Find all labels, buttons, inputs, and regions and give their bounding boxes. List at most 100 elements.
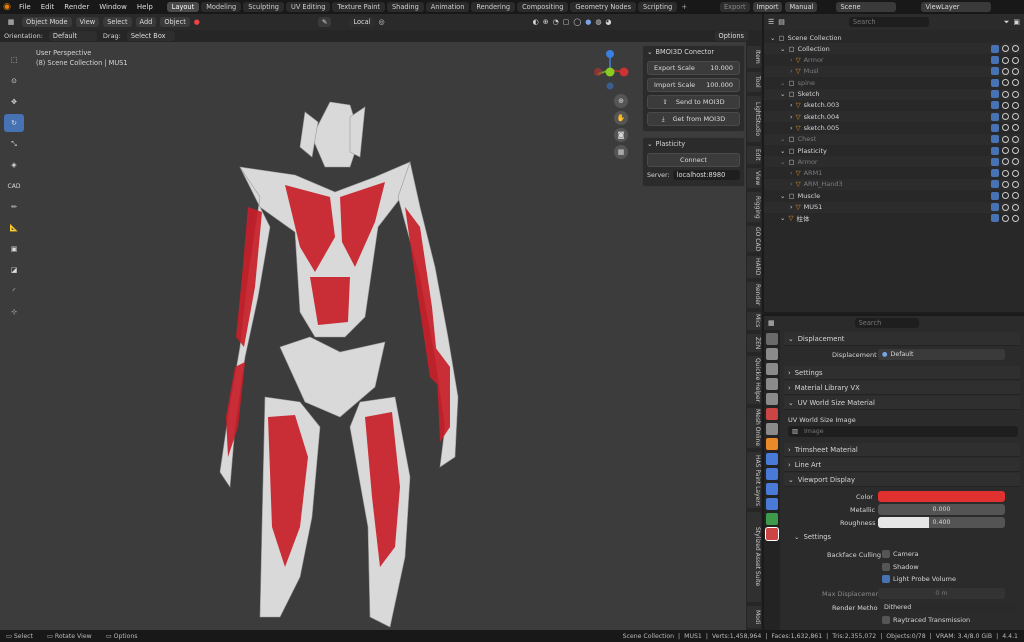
outliner-row[interactable]: ⌄ ▢ spine [764, 77, 1022, 88]
display-mode-icon[interactable]: ▤ [778, 18, 785, 26]
properties-search[interactable]: Search [854, 318, 919, 328]
tab-render[interactable]: Render [747, 282, 761, 308]
tab-zen[interactable]: ZEN [747, 334, 761, 352]
chevron-down-icon[interactable]: ⌄ [647, 140, 653, 148]
render-camera-icon[interactable] [1012, 214, 1019, 222]
move-tool-icon[interactable]: ✥ [4, 93, 24, 111]
chevron-down-icon[interactable]: ⌄ [780, 214, 785, 222]
xray-icon[interactable]: ▢ [563, 18, 570, 26]
view-layer-selector[interactable]: ViewLayer [921, 2, 992, 12]
image-field[interactable]: ▨ Image [788, 426, 1018, 437]
tab-scripting[interactable]: Scripting [638, 2, 678, 12]
chevron-down-icon[interactable]: ⌄ [647, 48, 653, 56]
shading-rendered-icon[interactable]: ◕ [605, 18, 611, 26]
cursor-tool-icon[interactable]: ⊙ [4, 72, 24, 90]
chevron-right-icon[interactable]: › [790, 180, 793, 188]
render-camera-icon[interactable] [1012, 90, 1019, 98]
tab-animation[interactable]: Animation [425, 2, 470, 12]
outliner-row[interactable]: › ▽ Armor [764, 55, 1022, 66]
mode-selector[interactable]: Object Mode [22, 17, 72, 27]
cad-tool-icon[interactable]: CAD [4, 177, 24, 195]
settings-subsection[interactable]: ⌄ Settings [794, 533, 831, 541]
include-checkbox[interactable] [991, 214, 999, 223]
tab-quickie-helper[interactable]: Quickie Helper [747, 356, 761, 404]
outliner-row[interactable]: ⌄ ▢ Scene Collection [764, 32, 1022, 43]
eye-icon[interactable] [1002, 214, 1009, 222]
axis-tool-icon[interactable]: ⊹ [4, 303, 24, 321]
render-camera-icon[interactable] [1012, 101, 1019, 109]
particles-tab-icon[interactable] [766, 468, 778, 480]
eye-icon[interactable] [1002, 101, 1009, 109]
tab-rigging[interactable]: Rigging [747, 192, 761, 222]
object-tab-icon[interactable] [766, 438, 778, 450]
add-workspace-icon[interactable]: + [681, 3, 687, 11]
bevel-tool-icon[interactable]: ◜ [4, 282, 24, 300]
eye-icon[interactable] [1002, 79, 1009, 87]
tab-has-paint-layers[interactable]: HAS Paint Layers [747, 452, 761, 508]
include-checkbox[interactable] [991, 180, 999, 189]
shading-solid-icon[interactable]: ● [585, 18, 591, 26]
chevron-down-icon[interactable]: ⌄ [780, 90, 785, 98]
light-probe-checkbox[interactable]: Light Probe Volume [882, 575, 956, 583]
material-library-section[interactable]: › Material Library VX [784, 381, 1020, 395]
physics-tab-icon[interactable] [766, 483, 778, 495]
eye-icon[interactable] [1002, 158, 1009, 166]
trimsheet-section[interactable]: › Trimsheet Material [784, 443, 1020, 457]
outliner-row[interactable]: ⌄ ▢ Collection [764, 43, 1022, 55]
view-menu[interactable]: View [75, 17, 100, 27]
tab-mesh-online[interactable]: Mesh Online [747, 408, 761, 448]
output-tab-icon[interactable] [766, 363, 778, 375]
menu-window[interactable]: Window [94, 3, 132, 11]
include-checkbox[interactable] [991, 112, 999, 121]
chevron-right-icon[interactable]: › [790, 203, 793, 211]
eye-icon[interactable] [1002, 192, 1009, 200]
tab-texture-paint[interactable]: Texture Paint [332, 2, 385, 12]
tab-go-cad[interactable]: GO CAD [747, 226, 761, 252]
outliner-row[interactable]: › ▽ ARM1 [764, 168, 1022, 179]
shadow-checkbox[interactable]: Shadow [882, 563, 919, 571]
camera-checkbox[interactable]: Camera [882, 550, 919, 558]
pan-hand-icon[interactable]: ✋ [614, 111, 628, 125]
include-checkbox[interactable] [991, 135, 999, 144]
outliner-row[interactable]: › ▽ sketch.004 [764, 111, 1022, 123]
tab-modi[interactable]: Modi [747, 606, 761, 628]
chevron-right-icon[interactable]: › [790, 169, 793, 177]
outliner-search[interactable]: Search [848, 17, 929, 27]
visibility-icon[interactable]: ◐ [533, 18, 539, 26]
render-tab-icon[interactable] [766, 348, 778, 360]
add-cube-tool-icon[interactable]: ▣ [4, 240, 24, 258]
get-from-moi3d-button[interactable]: ⤓ Get from MOI3D [647, 112, 740, 126]
chevron-right-icon[interactable]: › [790, 113, 793, 121]
line-art-section[interactable]: › Line Art [784, 458, 1020, 472]
viewport-display-section[interactable]: ⌄ Viewport Display [784, 473, 1020, 487]
eye-icon[interactable] [1002, 135, 1009, 143]
tab-hard[interactable]: HARD [747, 256, 761, 278]
chevron-down-icon[interactable]: ⌄ [780, 79, 785, 87]
shading-wire-icon[interactable]: ◯ [573, 18, 581, 26]
include-checkbox[interactable] [991, 101, 999, 110]
outliner-row[interactable]: › ▽ sketch.005 [764, 122, 1022, 133]
connect-button[interactable]: Connect [647, 153, 740, 167]
view-layer-tab-icon[interactable] [766, 378, 778, 390]
scene-selector[interactable]: Scene [836, 2, 897, 12]
render-camera-icon[interactable] [1012, 180, 1019, 188]
object-menu[interactable]: Object [160, 17, 190, 27]
tab-geometry-nodes[interactable]: Geometry Nodes [570, 2, 637, 12]
manual-button[interactable]: Manual [785, 2, 818, 12]
outliner-row[interactable]: ⌄ ▢ Plasticity [764, 145, 1022, 156]
box-cutter-tool-icon[interactable]: ◪ [4, 261, 24, 279]
render-camera-icon[interactable] [1012, 135, 1019, 143]
chevron-right-icon[interactable]: › [790, 56, 793, 64]
max-displacement-field[interactable]: 0 m [878, 588, 1005, 599]
menu-help[interactable]: Help [132, 3, 158, 11]
server-field[interactable]: localhost:8980 [672, 170, 740, 180]
ortho-grid-icon[interactable]: ▦ [614, 145, 628, 159]
measure-tool-icon[interactable]: 📐 [4, 219, 24, 237]
transform-tool-icon[interactable]: ◈ [4, 156, 24, 174]
chevron-right-icon[interactable]: › [790, 124, 793, 132]
rotate-tool-icon[interactable]: ↻ [4, 114, 24, 132]
eye-icon[interactable] [1002, 56, 1009, 64]
snap-icon[interactable]: ● [194, 18, 200, 26]
tab-layout[interactable]: Layout [166, 2, 200, 12]
include-checkbox[interactable] [991, 78, 999, 87]
